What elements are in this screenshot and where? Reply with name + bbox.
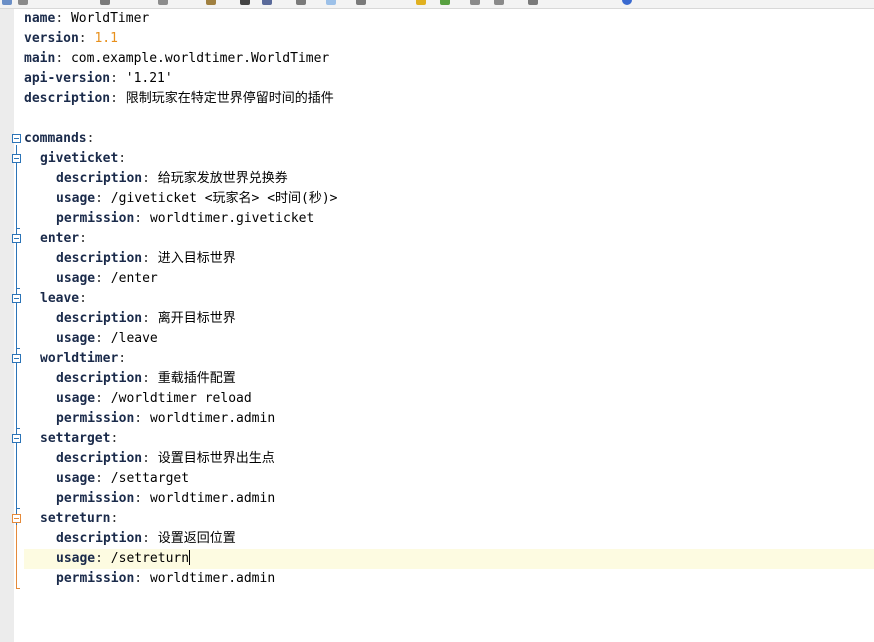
yaml-key: permission (56, 211, 135, 226)
text-caret (189, 550, 191, 565)
code-line: setreturn: (40, 511, 119, 526)
yaml-value: /enter (110, 271, 158, 286)
yaml-key: usage (56, 391, 96, 406)
bookmark-icon[interactable] (296, 0, 306, 5)
yaml-key: usage (56, 471, 96, 486)
yaml-key: description (56, 531, 143, 546)
run-icon[interactable] (528, 0, 538, 5)
yaml-value: 重载插件配置 (157, 371, 236, 386)
code-line: description: 限制玩家在特定世界停留时间的插件 (24, 91, 334, 106)
outdent-icon[interactable] (356, 0, 366, 5)
yaml-value: worldtimer.giveticket (149, 211, 315, 226)
yaml-key: name (24, 11, 56, 26)
yaml-key: enter (40, 231, 80, 246)
indent-icon[interactable] (326, 0, 336, 5)
code-line: description: 离开目标世界 (56, 311, 236, 326)
yaml-value: 离开目标世界 (157, 311, 236, 326)
yaml-key: settarget (40, 431, 111, 446)
yaml-value: 设置目标世界出生点 (157, 451, 275, 466)
yaml-value: '1.21' (125, 71, 173, 86)
yaml-key: usage (56, 551, 96, 566)
find-icon[interactable] (240, 0, 250, 5)
yaml-key: description (24, 91, 111, 106)
code-line: permission: worldtimer.admin (56, 411, 276, 426)
yaml-key: description (56, 251, 143, 266)
yaml-key: api-version (24, 71, 111, 86)
yaml-value: worldtimer.admin (149, 411, 276, 426)
yaml-value: 限制玩家在特定世界停留时间的插件 (125, 91, 334, 106)
code-line: usage: /giveticket <玩家名> <时间(秒)> (56, 191, 338, 206)
code-line: permission: worldtimer.admin (56, 571, 276, 586)
replace-icon[interactable] (262, 0, 272, 5)
code-line: commands: (24, 131, 95, 146)
yaml-key: main (24, 51, 56, 66)
yaml-value: /leave (110, 331, 158, 346)
yaml-value: 进入目标世界 (157, 251, 236, 266)
yaml-key: usage (56, 191, 96, 206)
code-line: enter: (40, 231, 87, 246)
code-line: settarget: (40, 431, 119, 446)
copy-icon[interactable] (158, 0, 168, 5)
code-line: giveticket: (40, 151, 127, 166)
redo-icon[interactable] (494, 0, 504, 5)
yaml-value: 1.1 (94, 31, 118, 46)
star-add-icon[interactable] (440, 0, 450, 5)
yaml-key: leave (40, 291, 80, 306)
yaml-value: 给玩家发放世界兑换券 (157, 171, 288, 186)
undo-icon[interactable] (470, 0, 480, 5)
yaml-value: /giveticket <玩家名> <时间(秒)> (110, 191, 338, 206)
yaml-key: description (56, 451, 143, 466)
code-line: main: com.example.worldtimer.WorldTimer (24, 51, 330, 66)
yaml-value: WorldTimer (70, 11, 150, 26)
code-line: usage: /leave (56, 331, 158, 346)
code-line: description: 给玩家发放世界兑换券 (56, 171, 288, 186)
yaml-value: /setreturn (110, 551, 190, 566)
yaml-key: worldtimer (40, 351, 119, 366)
yaml-key: usage (56, 271, 96, 286)
paste-icon[interactable] (206, 0, 216, 5)
code-editor[interactable]: name: WorldTimer version: 1.1 main: com.… (0, 9, 874, 642)
code-line: usage: /worldtimer reload (56, 391, 252, 406)
code-line: leave: (40, 291, 87, 306)
yaml-key: permission (56, 411, 135, 426)
code-line: usage: /settarget (56, 471, 190, 486)
star-icon[interactable] (416, 0, 426, 5)
current-line: usage: /setreturn (0, 549, 874, 569)
code-line: description: 进入目标世界 (56, 251, 236, 266)
code-line: permission: worldtimer.giveticket (56, 211, 315, 226)
yaml-value: worldtimer.admin (149, 571, 276, 586)
yaml-key: commands (24, 131, 87, 146)
code-line: api-version: '1.21' (24, 71, 173, 86)
cut-icon[interactable] (100, 0, 110, 5)
yaml-value: com.example.worldtimer.WorldTimer (70, 51, 330, 66)
code-line: worldtimer: (40, 351, 127, 366)
yaml-key: description (56, 371, 143, 386)
yaml-value: worldtimer.admin (149, 491, 276, 506)
code-line: description: 重载插件配置 (56, 371, 236, 386)
save-icon[interactable] (2, 0, 12, 5)
print-icon[interactable] (18, 0, 28, 5)
code-line: description: 设置目标世界出生点 (56, 451, 275, 466)
yaml-value: /worldtimer reload (110, 391, 252, 406)
yaml-value: /settarget (110, 471, 190, 486)
yaml-key: description (56, 171, 143, 186)
yaml-key: description (56, 311, 143, 326)
code-line: permission: worldtimer.admin (56, 491, 276, 506)
info-icon[interactable] (622, 0, 632, 5)
code-line: usage: /enter (56, 271, 158, 286)
yaml-key: permission (56, 571, 135, 586)
code-line: description: 设置返回位置 (56, 531, 236, 546)
yaml-value: 设置返回位置 (157, 531, 236, 546)
toolbar (0, 0, 874, 9)
yaml-key: permission (56, 491, 135, 506)
yaml-key: usage (56, 331, 96, 346)
code-line: name: WorldTimer (24, 11, 150, 26)
yaml-key: setreturn (40, 511, 111, 526)
code-line: version: 1.1 (24, 31, 118, 46)
yaml-key: giveticket (40, 151, 119, 166)
yaml-key: version (24, 31, 79, 46)
